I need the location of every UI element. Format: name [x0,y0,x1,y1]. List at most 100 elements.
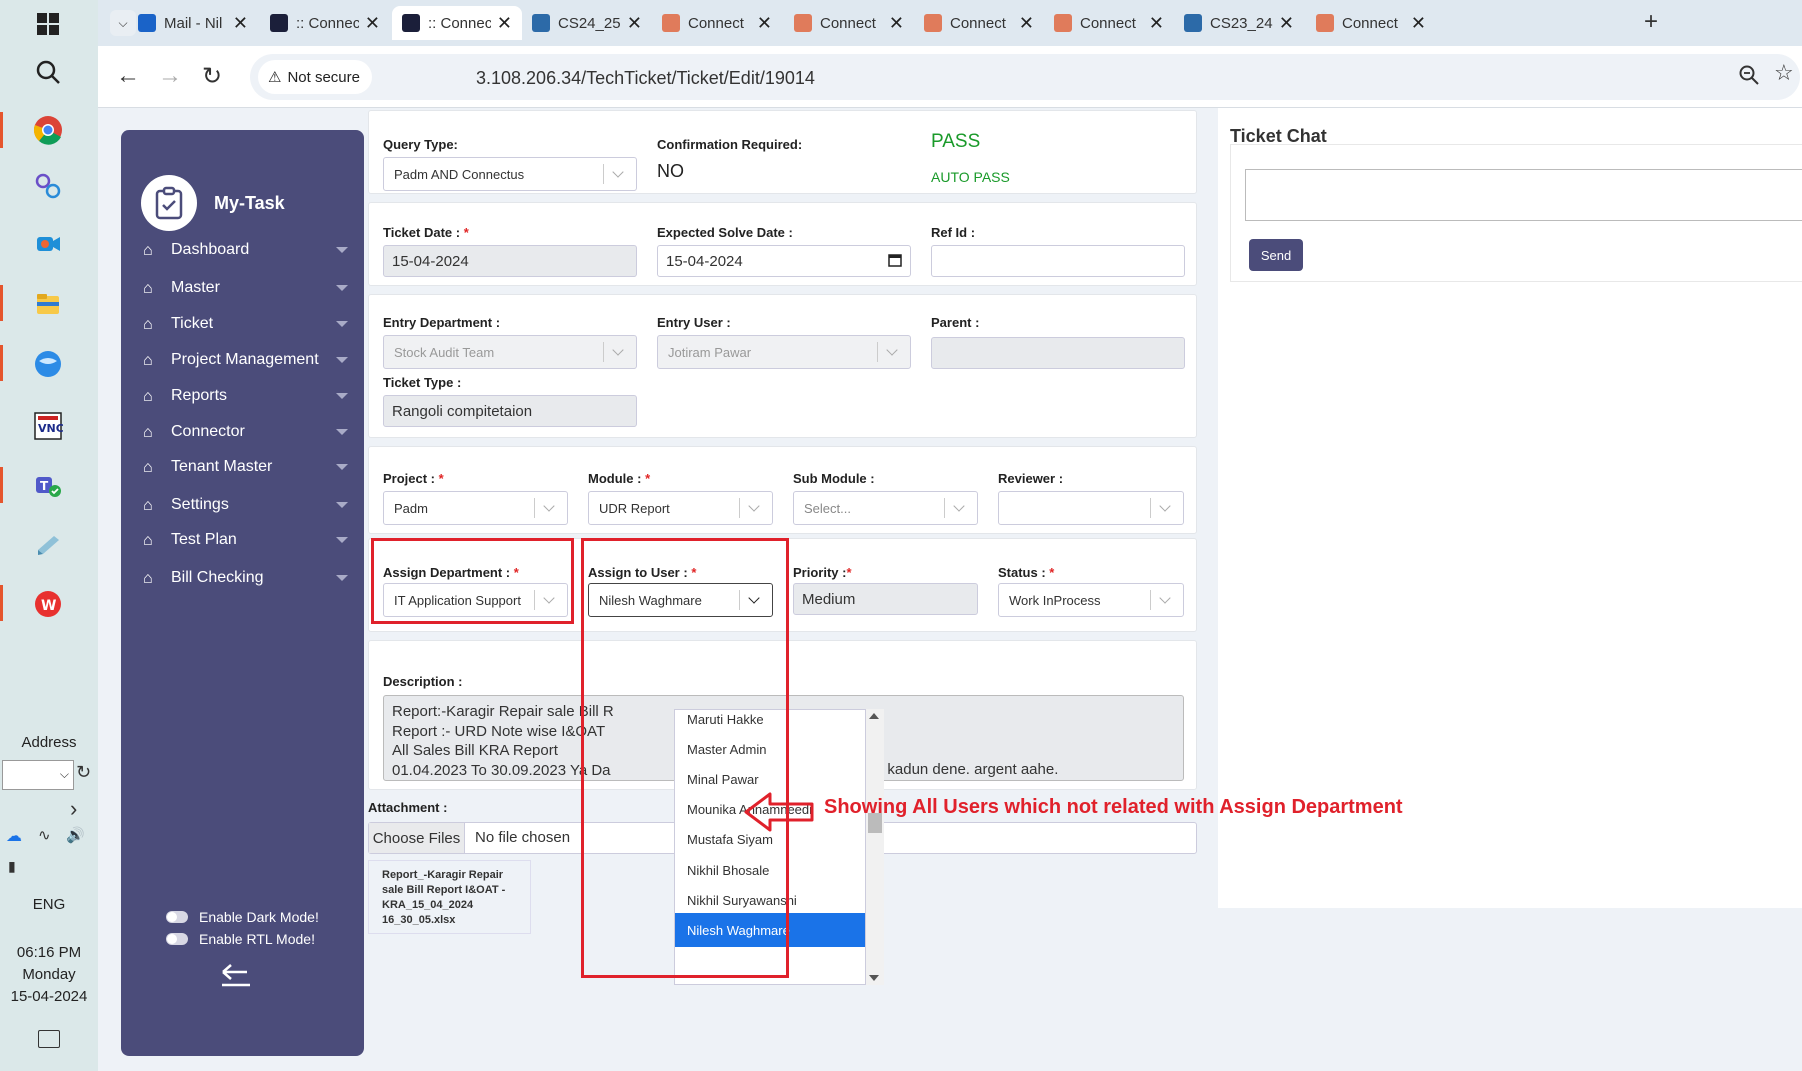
select-divider [603,164,604,184]
browser-tab[interactable]: CS24_25- ✕ [522,6,652,40]
onedrive-icon[interactable]: ☁ [6,826,22,846]
search-icon[interactable] [28,52,68,92]
chrome-icon[interactable] [28,110,68,150]
volume-icon[interactable]: 🔊 [66,826,85,844]
tab-close-icon[interactable]: ✕ [1411,13,1426,34]
sub-module-select[interactable]: Select... [793,491,978,525]
project-select[interactable]: Padm [383,491,568,525]
sidebar-item-settings[interactable]: ⌂ Settings [143,490,348,520]
choose-files-button[interactable]: Choose Files [369,823,465,853]
ticket-date-input[interactable]: 15-04-2024 [383,245,637,277]
collapse-sidebar-icon[interactable] [219,962,253,993]
tab-close-icon[interactable]: ✕ [365,13,380,34]
calendar-icon[interactable] [888,253,902,271]
teams-icon[interactable]: T [28,466,68,506]
tab-close-icon[interactable]: ✕ [233,13,248,34]
select-divider [1150,498,1151,518]
module-select[interactable]: UDR Report [588,491,773,525]
bookmark-star-icon[interactable]: ☆ [1774,60,1794,86]
dark-mode-toggle[interactable] [166,911,188,923]
sidebar-item-bill-checking[interactable]: ⌂ Bill Checking [143,563,348,593]
tab-favicon-icon [662,14,680,32]
wifi-icon[interactable]: ∿ [38,826,51,844]
reload-icon[interactable]: ↻ [202,62,222,91]
chevron-down-icon [543,500,555,512]
query-type-select[interactable]: Padm AND Connectus [383,157,637,191]
snipping-tool-icon[interactable] [28,166,68,206]
sidebar-item-label: Master [171,279,220,296]
caret-down-icon [336,502,348,508]
status-select[interactable]: Work InProcess [998,583,1184,617]
dates-card: Ticket Date : * 15-04-2024 Expected Solv… [368,202,1197,286]
select-divider [877,342,878,362]
tab-close-icon[interactable]: ✕ [1279,13,1294,34]
tab-close-icon[interactable]: ✕ [497,13,512,34]
browser-tab[interactable]: Connect ✕ [1306,6,1436,40]
sidebar-item-dashboard[interactable]: ⌂ Dashboard [143,235,348,265]
select-divider [1150,590,1151,610]
browser-tab[interactable]: :: Connec ✕ [392,6,522,40]
send-button[interactable]: Send [1249,239,1303,271]
ticket-chat-panel: Ticket Chat Send [1218,108,1802,908]
priority-label: Priority :* [793,565,852,580]
expected-date-input[interactable]: 15-04-2024 [657,245,911,277]
tab-close-icon[interactable]: ✕ [889,13,904,34]
tab-close-icon[interactable]: ✕ [757,13,772,34]
chevron-down-icon [1159,592,1171,604]
battery-icon[interactable]: ▮ [8,858,16,875]
sidebar-item-connector[interactable]: ⌂ Connector [143,417,348,447]
address-toolbar-input[interactable]: ⌵ [2,760,74,790]
wps-office-icon[interactable]: W [28,584,68,624]
browser-tab[interactable]: Connect ✕ [652,6,782,40]
query-card: Query Type: Padm AND Connectus Confirmat… [368,110,1197,194]
notes-app-icon[interactable] [28,524,68,564]
url-text[interactable]: 3.108.206.34/TechTicket/Ticket/Edit/1901… [476,68,815,89]
sidebar-item-label: Tenant Master [171,458,273,475]
attachment-file-name[interactable]: Report_-Karagir Repair sale Bill Report … [382,868,522,928]
refresh-icon[interactable]: ↻ [76,762,91,783]
tab-close-icon[interactable]: ✕ [627,13,642,34]
browser-tab[interactable]: Connect ✕ [784,6,914,40]
description-label: Description : [383,674,463,689]
chevron-right-icon[interactable]: › [70,796,77,822]
reviewer-select[interactable] [998,491,1184,525]
notification-icon[interactable] [38,1030,60,1048]
dropdown-scrollbar[interactable] [866,709,884,985]
zoom-icon[interactable] [1738,64,1760,91]
browser-tab[interactable]: Mail - Nil ✕ [128,6,258,40]
caret-down-icon [336,537,348,543]
home-icon: ⌂ [143,242,153,259]
new-tab-plus-icon[interactable]: + [1644,8,1658,36]
language-indicator[interactable]: ENG [0,896,98,913]
priority-input: Medium [793,583,978,615]
sidebar-item-reports[interactable]: ⌂ Reports [143,381,348,411]
browser-tab[interactable]: Connect ✕ [1044,6,1174,40]
back-arrow-icon[interactable]: ← [116,62,140,90]
vnc-viewer-icon[interactable]: VNC [28,406,68,446]
webcam-app-icon[interactable] [28,224,68,264]
scroll-up-arrow-icon[interactable] [869,713,879,719]
sidebar-item-project-management[interactable]: ⌂ Project Management [143,345,348,375]
ref-id-input[interactable] [931,245,1185,277]
attachment-file-card[interactable]: Report_-Karagir Repair sale Bill Report … [368,860,531,934]
rtl-mode-toggle[interactable] [166,933,188,945]
forward-arrow-icon[interactable]: → [158,62,182,90]
sidebar-item-master[interactable]: ⌂ Master [143,273,348,303]
sidebar-item-tenant-master[interactable]: ⌂ Tenant Master [143,452,348,482]
browser-tab[interactable]: Connect ✕ [914,6,1044,40]
file-explorer-icon[interactable] [28,284,68,324]
chat-message-input[interactable] [1245,169,1802,221]
security-chip[interactable]: ⚠ Not secure [258,60,372,94]
browser-tab[interactable]: :: Connec ✕ [260,6,390,40]
scroll-down-arrow-icon[interactable] [869,975,879,981]
sidebar-item-test-plan[interactable]: ⌂ Test Plan [143,525,348,555]
tab-close-icon[interactable]: ✕ [1019,13,1034,34]
sidebar-item-ticket[interactable]: ⌂ Ticket [143,309,348,339]
windows-start-icon[interactable] [28,4,68,44]
tab-close-icon[interactable]: ✕ [1149,13,1164,34]
vpn-globe-icon[interactable] [28,344,68,384]
url-box[interactable]: ⚠ Not secure 3.108.206.34/TechTicket/Tic… [250,54,1800,100]
browser-tab[interactable]: CS23_24- ✕ [1174,6,1304,40]
project-label: Project : * [383,471,444,486]
clock-time[interactable]: 06:16 PM [0,944,98,961]
